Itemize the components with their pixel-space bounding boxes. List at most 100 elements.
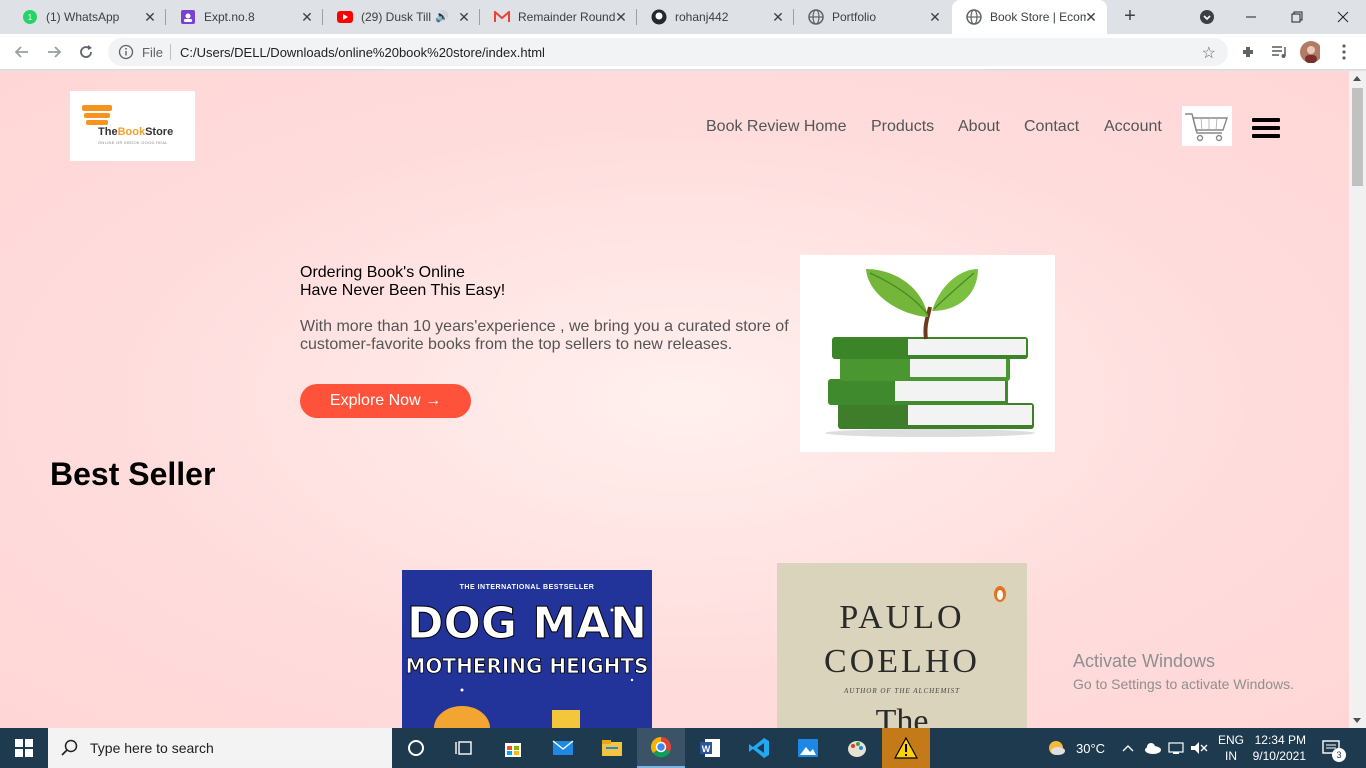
book-cover-dog-man[interactable]: THE INTERNATIONAL BESTSELLER DOG MAN MOT…	[402, 570, 652, 728]
nav-about[interactable]: About	[958, 118, 1000, 136]
scroll-up-icon[interactable]	[1353, 76, 1361, 81]
extensions-icon[interactable]	[1238, 42, 1258, 62]
info-icon[interactable]	[118, 44, 134, 60]
book-logo-icon	[82, 105, 112, 125]
classroom-icon	[180, 9, 196, 25]
cart-icon	[1185, 113, 1228, 142]
file-explorer-icon[interactable]	[588, 728, 636, 768]
close-tab-icon[interactable]: ✕	[456, 9, 472, 25]
site-logo[interactable]: TheBookStore ONLINE OR EBOOK GOOD REAL	[70, 91, 195, 161]
nav-account[interactable]: Account	[1104, 118, 1162, 136]
restore-button[interactable]	[1274, 0, 1320, 34]
minimize-icon	[1246, 16, 1256, 18]
onedrive-icon[interactable]	[1144, 728, 1162, 768]
chrome-icon[interactable]	[637, 728, 685, 768]
hero-heading: Ordering Book's Online Have Never Been T…	[300, 264, 506, 299]
cart-button[interactable]	[1182, 106, 1232, 146]
tab-gmail[interactable]: Remainder Round ✕	[480, 0, 637, 34]
action-center-button[interactable]: 3	[1322, 728, 1346, 768]
tab-github[interactable]: rohanj442 ✕	[637, 0, 794, 34]
bookmark-star-icon[interactable]: ☆	[1202, 43, 1216, 63]
task-view-icon[interactable]	[440, 728, 488, 768]
gmail-icon	[494, 9, 510, 25]
clock[interactable]: 12:34 PM 9/10/2021	[1253, 728, 1306, 768]
book-cover-paulo-coelho[interactable]: PAULO COELHO AUTHOR OF THE ALCHEMIST The	[777, 563, 1027, 728]
tab-expt[interactable]: Expt.no.8 ✕	[166, 0, 323, 34]
tab-youtube[interactable]: (29) Dusk Till 🔊 ✕	[323, 0, 480, 34]
restore-icon	[1291, 11, 1303, 23]
chevron-up-icon[interactable]	[1122, 728, 1134, 768]
svg-text:1: 1	[28, 13, 33, 22]
weather-widget[interactable]: 30°C	[1046, 728, 1105, 768]
url-text[interactable]: C:/Users/DELL/Downloads/online%20book%20…	[180, 45, 545, 60]
scheme-label: File	[142, 45, 163, 60]
windows-logo-icon	[15, 739, 33, 757]
chevron-down-icon	[1200, 10, 1214, 24]
whatsapp-icon: 1	[22, 9, 38, 25]
scroll-down-icon[interactable]	[1353, 718, 1361, 723]
close-window-button[interactable]	[1320, 0, 1366, 34]
language-indicator[interactable]: ENG IN	[1218, 728, 1244, 768]
nav-products[interactable]: Products	[871, 118, 934, 136]
globe-icon	[966, 9, 982, 25]
tab-search-button[interactable]	[1184, 0, 1230, 34]
mail-icon[interactable]	[539, 728, 587, 768]
browser-toolbar: File C:/Users/DELL/Downloads/online%20bo…	[0, 34, 1366, 70]
new-tab-button[interactable]: +	[1118, 5, 1142, 29]
best-seller-heading: Best Seller	[50, 456, 216, 492]
search-icon	[61, 739, 78, 756]
youtube-icon	[337, 9, 353, 25]
close-tab-icon[interactable]: ✕	[142, 9, 158, 25]
tab-book-store[interactable]: Book Store | Ecom ✕	[952, 0, 1107, 34]
hero-paragraph: With more than 10 years'experience , we …	[300, 318, 789, 353]
explore-now-button[interactable]: Explore Now →	[300, 384, 471, 418]
globe-icon	[808, 9, 824, 25]
nav-contact[interactable]: Contact	[1024, 118, 1079, 136]
page-scrollbar[interactable]	[1349, 71, 1366, 728]
forward-button[interactable]	[42, 40, 66, 64]
vscode-icon[interactable]	[735, 728, 783, 768]
warning-app-icon[interactable]	[882, 728, 930, 768]
close-icon	[1337, 11, 1349, 23]
arrow-left-icon	[14, 46, 28, 58]
hero-books-plant-image	[800, 255, 1055, 452]
taskbar-search-box[interactable]: Type here to search	[48, 728, 392, 768]
word-icon[interactable]: W	[686, 728, 734, 768]
github-icon	[651, 9, 667, 25]
close-tab-icon[interactable]: ✕	[299, 9, 315, 25]
tab-strip: 1 (1) WhatsApp ✕ Expt.no.8 ✕ (29) Dusk T…	[0, 0, 1366, 34]
reload-icon	[80, 45, 92, 58]
scrollbar-thumb[interactable]	[1352, 88, 1363, 186]
activate-windows-watermark: Activate Windows Go to Settings to activ…	[1073, 651, 1294, 692]
minimize-button[interactable]	[1228, 0, 1274, 34]
profile-avatar[interactable]	[1300, 41, 1320, 63]
start-button[interactable]	[0, 728, 48, 768]
tab-whatsapp[interactable]: 1 (1) WhatsApp ✕	[8, 0, 166, 34]
windows-taskbar: Type here to search W 30°C ENG IN 12:34 …	[0, 728, 1366, 768]
arrow-right-icon	[48, 46, 62, 58]
photos-icon[interactable]	[784, 728, 832, 768]
page-viewport: TheBookStore ONLINE OR EBOOK GOOD REAL B…	[0, 71, 1366, 728]
close-tab-icon[interactable]: ✕	[613, 9, 629, 25]
close-tab-icon[interactable]: ✕	[770, 9, 786, 25]
nav-book-review-home[interactable]: Book Review Home	[706, 118, 847, 136]
reload-button[interactable]	[74, 40, 98, 64]
back-button[interactable]	[10, 40, 34, 64]
hamburger-menu-icon[interactable]	[1252, 118, 1280, 140]
menu-kebab-icon[interactable]	[1334, 42, 1354, 62]
logo-tagline: ONLINE OR EBOOK GOOD REAL	[98, 140, 168, 145]
tab-portfolio[interactable]: Portfolio ✕	[794, 0, 951, 34]
close-tab-icon[interactable]: ✕	[927, 9, 943, 25]
address-bar[interactable]: File C:/Users/DELL/Downloads/online%20bo…	[108, 38, 1228, 66]
media-control-icon[interactable]	[1270, 42, 1290, 62]
cortana-icon[interactable]	[392, 728, 440, 768]
close-tab-icon[interactable]: ✕	[1083, 9, 1099, 25]
weather-sun-icon	[1049, 741, 1065, 755]
network-icon[interactable]	[1168, 728, 1184, 768]
notification-count-badge: 3	[1332, 748, 1346, 762]
store-icon[interactable]	[489, 728, 537, 768]
paint-icon[interactable]	[833, 728, 881, 768]
speaker-icon[interactable]: 🔊	[435, 10, 449, 23]
svg-text:W: W	[702, 744, 711, 754]
volume-muted-icon[interactable]	[1190, 728, 1208, 768]
